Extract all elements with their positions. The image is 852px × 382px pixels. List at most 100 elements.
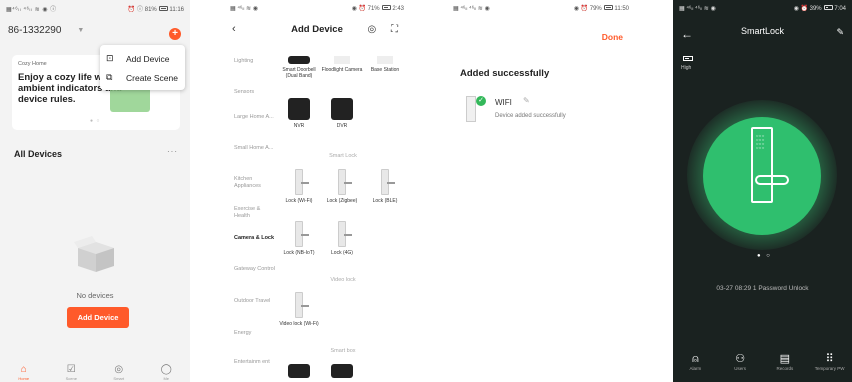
device-lock-4g[interactable]: Lock (4G)	[321, 221, 363, 256]
edit-icon[interactable]: ✎	[523, 96, 530, 105]
carousel-dots: ● ○	[757, 253, 772, 259]
empty-box-icon	[74, 236, 114, 272]
category-item[interactable]: Sensors	[234, 89, 276, 96]
tab-alarm[interactable]: ⍝ Alarm	[675, 352, 715, 382]
menu-add-device[interactable]: ⊡ Add Device	[106, 49, 179, 68]
menu-item-label: Create Scene	[126, 72, 178, 83]
section-smart-lock: Smart Lock	[329, 153, 357, 159]
category-item[interactable]: Exercise & Health	[234, 206, 276, 220]
category-item[interactable]: Small Home A...	[234, 145, 276, 152]
status-bar: ▦⁴⁶ₗₗ ⁴⁶ₗₗ ≋ ◉ ⓘ ⏰ ⓘ 81% 11:16	[0, 0, 190, 16]
category-item[interactable]: Lighting	[234, 58, 276, 65]
tab-records[interactable]: ▤ Records	[765, 352, 805, 382]
lock-icon	[295, 221, 309, 247]
tab-home[interactable]: ⌂ Home	[6, 364, 42, 381]
section-video-lock: Video lock	[330, 277, 356, 283]
status-bar: ▦ ⁴⁶ₗₗ ⁴⁶ₗₗ ≋ ◉ ◉ ⏰ 79% 11:50	[447, 0, 635, 16]
tab-users[interactable]: ⚇ Users	[720, 352, 760, 382]
device-status: Device added successfully	[495, 113, 566, 119]
menu-item-label: Add Device	[126, 53, 170, 64]
smart-icon: ◎	[114, 364, 124, 375]
smart-box-icon	[288, 364, 310, 378]
status-icons-left: ▦⁴⁶ₗₗ ⁴⁶ₗₗ ≋ ◉ ⓘ	[6, 6, 57, 13]
category-item[interactable]: Large Home A...	[234, 114, 276, 121]
temporary-password-icon: ⠿	[825, 353, 834, 365]
lock-action-bar: ⍝ Alarm ⚇ Users ▤ Records ⠿ Temporary PW	[673, 352, 852, 382]
device-lock-wifi[interactable]: Lock (Wi-Fi)	[278, 169, 320, 204]
lock-icon	[295, 169, 309, 195]
dvr-icon	[331, 98, 353, 120]
keypad-icon: ○○○ ○○○ ○○○ ○○○	[756, 133, 765, 150]
category-item[interactable]: Outdoor Travel	[234, 298, 276, 305]
battery-level: High	[681, 65, 692, 71]
smart-box-icon	[331, 364, 353, 378]
home-icon: ⌂	[20, 364, 27, 375]
category-item[interactable]: Gateway Control	[234, 266, 276, 273]
lock-icon	[381, 169, 395, 195]
tab-me[interactable]: ◯ Me	[148, 364, 184, 381]
chevron-down-icon[interactable]: ▼	[77, 27, 84, 34]
device-nvr[interactable]: NVR	[278, 98, 320, 129]
status-icons-left: ▦ ⁴⁶ₗₗ ≋ ◉	[230, 5, 258, 12]
device-name: WIFI	[495, 98, 512, 107]
battery-icon	[823, 5, 833, 11]
lock-device-icon	[466, 96, 476, 122]
bottom-tab-bar: ⌂ Home ☑ Scene ◎ Smart ◯ Me	[0, 360, 190, 382]
device-lock-ble[interactable]: Lock (BLE)	[364, 169, 406, 204]
menu-create-scene[interactable]: ⧉ Create Scene	[106, 68, 179, 87]
lock-handle-icon	[755, 175, 789, 185]
status-icons-left: ▦ ⁴⁶ₗₗ ⁴⁶ₗₗ ≋ ◉	[679, 5, 716, 12]
add-device-header: ‹ Add Device ◎ ⛶	[224, 16, 410, 42]
add-device-button[interactable]: Add Device	[67, 307, 129, 328]
users-icon: ⚇	[735, 353, 746, 365]
tab-scene[interactable]: ☑ Scene	[53, 364, 89, 381]
battery-icon	[381, 5, 391, 11]
carousel-dots: ● ○	[90, 118, 101, 124]
tab-temporary-pw[interactable]: ⠿ Temporary PW	[810, 352, 850, 382]
status-bar: ▦ ⁴⁶ₗₗ ≋ ◉ ◉ ⏰ 71% 2:43	[224, 0, 410, 16]
section-smart-box: Smart box	[330, 348, 356, 354]
device-smart-box[interactable]	[321, 364, 363, 381]
add-button[interactable]: +	[169, 28, 181, 40]
scan-icons[interactable]: ◎ ⛶	[367, 24, 404, 35]
category-item[interactable]: Energy	[234, 330, 276, 337]
category-item[interactable]: Entertainm ent	[234, 359, 276, 366]
add-device-screen: ▦ ⁴⁶ₗₗ ≋ ◉ ◉ ⏰ 71% 2:43 ‹ Add Device ◎ ⛶…	[224, 0, 410, 382]
device-smart-doorbell[interactable]: Smart Doorbell (Dual Band)	[278, 56, 320, 79]
edit-icon[interactable]: ✎	[836, 27, 844, 38]
me-icon: ◯	[160, 364, 172, 375]
status-icons-right: ◉ ⏰ 71% 2:43	[351, 5, 404, 12]
lock-icon	[338, 169, 352, 195]
home-header: 86-1332290 ▼	[0, 16, 190, 38]
check-icon: ✓	[476, 96, 486, 106]
done-button[interactable]: Done	[602, 32, 623, 42]
floodlight-icon	[334, 56, 350, 64]
added-title: Added successfully	[460, 68, 550, 79]
device-dvr[interactable]: DVR	[321, 98, 363, 129]
video-lock-icon	[295, 292, 309, 318]
device-lock-zigbee[interactable]: Lock (Zigbee)	[321, 169, 363, 204]
status-icons-right: ⏰ ⓘ 81% 11:16	[127, 6, 184, 13]
battery-icon	[158, 6, 168, 12]
status-icons-right: ◉ ⏰ 39% 7:04	[793, 5, 846, 12]
added-success-screen: ▦ ⁴⁶ₗₗ ⁴⁶ₗₗ ≋ ◉ ◉ ⏰ 79% 11:50 Done Added…	[447, 0, 635, 382]
smartlock-header: ← SmartLock ✎	[673, 26, 852, 44]
device-floodlight[interactable]: Floodlight Camera	[321, 56, 363, 73]
more-icon[interactable]: ···	[167, 147, 178, 156]
home-name[interactable]: 86-1332290	[8, 25, 61, 36]
device-video-lock-wifi[interactable]: Video lock (Wi-Fi)	[278, 292, 320, 327]
smartlock-screen: ▦ ⁴⁶ₗₗ ⁴⁶ₗₗ ≋ ◉ ◉ ⏰ 39% 7:04 ← SmartLock…	[673, 0, 852, 382]
device-smart-box[interactable]	[278, 364, 320, 381]
add-device-icon: ⊡	[106, 53, 114, 63]
alarm-icon: ⍝	[692, 353, 699, 365]
device-base-station[interactable]: Base Station	[364, 56, 406, 73]
category-item-active[interactable]: Camera & Lock	[234, 235, 276, 242]
page-title: SmartLock	[740, 26, 784, 36]
doorbell-icon	[288, 56, 310, 64]
add-menu-popup: ⊡ Add Device ⧉ Create Scene	[100, 45, 185, 90]
device-lock-nbiot[interactable]: Lock (NB-IoT)	[278, 221, 320, 256]
home-screen: ▦⁴⁶ₗₗ ⁴⁶ₗₗ ≋ ◉ ⓘ ⏰ ⓘ 81% 11:16 86-133229…	[0, 0, 190, 382]
lock-battery-icon	[683, 56, 693, 61]
tab-smart[interactable]: ◎ Smart	[101, 364, 137, 381]
category-item[interactable]: Kitchen Appliances	[234, 176, 276, 190]
